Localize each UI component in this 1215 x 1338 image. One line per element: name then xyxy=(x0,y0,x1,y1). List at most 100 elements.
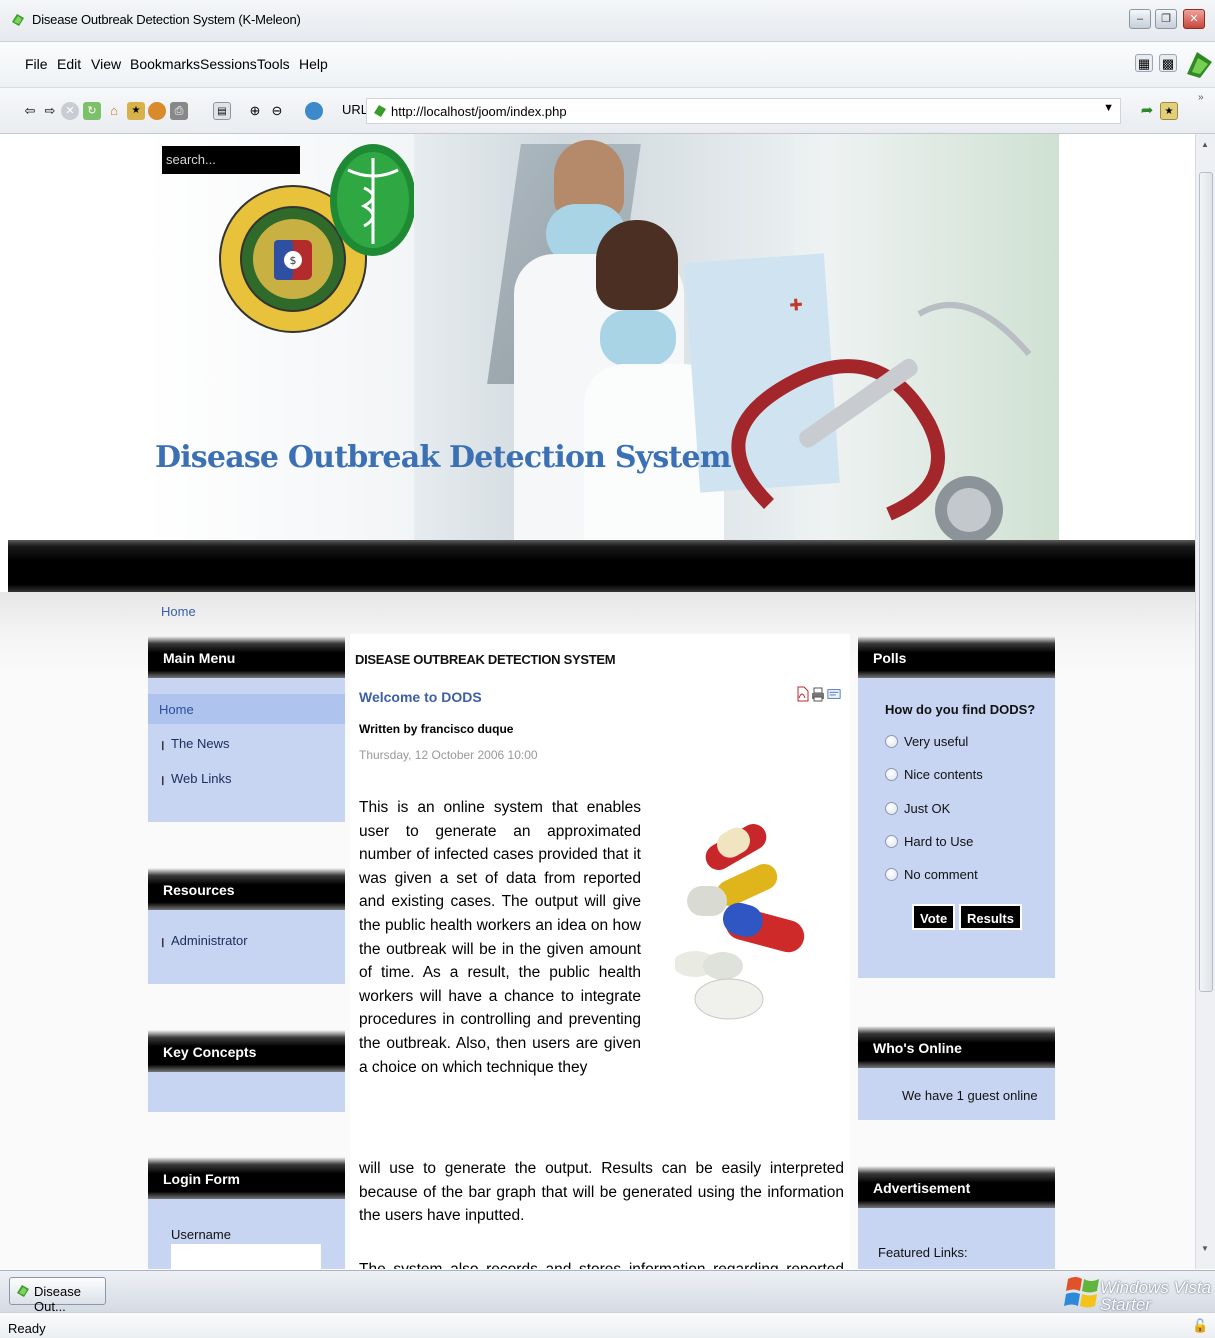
username-label: Username xyxy=(171,1227,231,1242)
login-form-heading: Login Form xyxy=(148,1157,345,1199)
main-menu-heading: Main Menu xyxy=(148,636,345,678)
bookmark-add-icon[interactable]: ★ xyxy=(1160,102,1178,120)
window-titlebar: Disease Outbreak Detection System (K-Mel… xyxy=(0,0,1215,42)
minimize-button[interactable]: – xyxy=(1129,9,1151,29)
vertical-scrollbar[interactable]: ▲ ▼ xyxy=(1195,134,1215,1269)
main-menu-item-the-news[interactable]: ❙ The News xyxy=(159,736,230,751)
poll-option-hard-to-use[interactable]: Hard to Use xyxy=(885,834,973,849)
k-meleon-throbber-icon xyxy=(1184,48,1214,80)
bullet-icon: ❙ xyxy=(159,740,167,750)
poll-option-very-useful[interactable]: Very useful xyxy=(885,734,968,749)
site-search-input[interactable]: search... xyxy=(162,146,300,174)
resources-item-administrator[interactable]: ❙ Administrator xyxy=(159,933,248,948)
radio-icon[interactable] xyxy=(885,835,898,848)
k-meleon-app-icon xyxy=(10,12,26,28)
taskbar-window-label: Disease Out... xyxy=(34,1284,81,1314)
caduceus-emblem-icon xyxy=(330,144,416,256)
menu-help[interactable]: Help xyxy=(299,56,328,72)
scrollbar-thumb[interactable] xyxy=(1199,172,1213,992)
article-paragraph-2: will use to generate the output. Results… xyxy=(359,1160,844,1225)
back-icon[interactable]: ⇦ xyxy=(21,102,39,120)
bookmarks-icon[interactable]: ★ xyxy=(127,102,145,120)
k-meleon-taskbar-icon xyxy=(15,1283,31,1299)
toolbar-overflow-chevron-icon[interactable]: » xyxy=(1198,92,1204,103)
windows-flag-logo-icon xyxy=(1064,1277,1099,1308)
stop-icon[interactable]: ✕ xyxy=(61,102,79,120)
menu-sessions[interactable]: Sessions xyxy=(200,56,257,72)
print-article-icon[interactable] xyxy=(811,686,825,702)
cookie-block-icon[interactable]: ▩ xyxy=(1159,54,1177,72)
article-paragraph-3: The system also records and stores infor… xyxy=(359,1258,844,1269)
resources-heading: Resources xyxy=(148,868,345,910)
popup-block-icon[interactable]: ▦ xyxy=(1135,54,1153,72)
url-dropdown-chevron-icon[interactable]: ▼ xyxy=(1103,102,1114,114)
window-title: Disease Outbreak Detection System (K-Mel… xyxy=(32,12,301,27)
print-icon[interactable]: ⎙ xyxy=(170,102,188,120)
article-section-heading: DISEASE OUTBREAK DETECTION SYSTEM xyxy=(355,652,616,667)
username-input[interactable] xyxy=(171,1244,321,1269)
reload-icon[interactable]: ↻ xyxy=(83,102,101,120)
featured-links-label: Featured Links: xyxy=(878,1245,968,1260)
doctor-female-hair xyxy=(596,220,678,310)
surgical-mask-female xyxy=(600,310,676,366)
poll-option-no-comment[interactable]: No comment xyxy=(885,867,978,882)
radio-icon[interactable] xyxy=(885,735,898,748)
radio-icon[interactable] xyxy=(885,768,898,781)
key-concepts-heading: Key Concepts xyxy=(148,1030,345,1072)
site-header-banner: search... $ ✚ Disease Outbreak Detection… xyxy=(144,134,1059,540)
history-icon[interactable] xyxy=(148,102,166,120)
stethoscope-icon xyxy=(731,302,1032,540)
zoom-out-icon[interactable]: ⊖ xyxy=(268,102,286,120)
poll-question: How do you find DODS? xyxy=(885,702,1036,717)
zoom-in-icon[interactable]: ⊕ xyxy=(246,102,264,120)
restore-button[interactable]: ❐ xyxy=(1155,9,1177,29)
security-lock-icon: 🔓 xyxy=(1192,1318,1209,1333)
home-icon[interactable]: ⌂ xyxy=(105,102,123,120)
poll-option-nice-contents[interactable]: Nice contents xyxy=(885,767,983,782)
advertisement-heading: Advertisement xyxy=(858,1166,1055,1208)
pdf-icon[interactable] xyxy=(795,686,809,702)
menu-bar: File Edit View Bookmarks Sessions Tools … xyxy=(0,42,1215,88)
go-icon[interactable]: ➦ xyxy=(1138,102,1156,120)
view-source-icon[interactable]: ▤ xyxy=(213,102,231,120)
radio-icon[interactable] xyxy=(885,868,898,881)
article-paragraph-1: This is an online system that enables us… xyxy=(359,799,641,1076)
vote-button[interactable]: Vote xyxy=(912,904,956,930)
windows-vista-starter-logo: Windows Vista Starter xyxy=(1100,1278,1212,1314)
status-bar: Ready 🔓 xyxy=(0,1312,1215,1338)
whos-online-text: We have 1 guest online xyxy=(902,1088,1038,1103)
pills-image xyxy=(675,824,805,1020)
email-article-icon[interactable] xyxy=(827,686,841,702)
taskbar: Disease Out... Windows Vista Starter xyxy=(0,1270,1215,1314)
bullet-icon: ❙ xyxy=(159,775,167,785)
breadcrumb-home-link[interactable]: Home xyxy=(161,604,196,619)
menu-file[interactable]: File xyxy=(25,56,48,72)
radio-icon[interactable] xyxy=(885,802,898,815)
polls-heading: Polls xyxy=(858,636,1055,678)
polls-body xyxy=(858,678,1055,978)
globe-icon[interactable] xyxy=(305,102,323,120)
poll-option-just-ok[interactable]: Just OK xyxy=(885,801,950,816)
menu-edit[interactable]: Edit xyxy=(57,56,81,72)
close-button[interactable]: ✕ xyxy=(1183,9,1205,29)
article-author: Written by francisco duque xyxy=(359,722,514,736)
menu-tools[interactable]: Tools xyxy=(257,56,290,72)
results-button[interactable]: Results xyxy=(959,904,1022,930)
site-favicon-icon xyxy=(372,103,388,119)
scroll-down-arrow-icon[interactable]: ▼ xyxy=(1201,1244,1209,1253)
scroll-up-arrow-icon[interactable]: ▲ xyxy=(1201,140,1209,149)
article-title-link[interactable]: Welcome to DODS xyxy=(359,689,482,705)
main-menu-item-web-links[interactable]: ❙ Web Links xyxy=(159,771,231,786)
key-concepts-body xyxy=(148,1072,345,1112)
site-title: Disease Outbreak Detection System xyxy=(155,440,732,475)
taskbar-window-button[interactable]: Disease Out... xyxy=(9,1277,106,1314)
article-date: Thursday, 12 October 2006 10:00 xyxy=(359,748,538,762)
svg-text:$: $ xyxy=(290,254,297,267)
forward-icon[interactable]: ⇨ xyxy=(41,102,59,120)
url-input[interactable]: http://localhost/joom/index.php ▼ xyxy=(366,98,1121,124)
page-viewport: search... $ ✚ Disease Outbreak Detection… xyxy=(0,134,1195,1269)
menu-view[interactable]: View xyxy=(91,56,121,72)
main-menu-item-home[interactable]: Home xyxy=(159,702,194,717)
url-text: http://localhost/joom/index.php xyxy=(391,104,567,119)
menu-bookmarks[interactable]: Bookmarks xyxy=(130,56,200,72)
